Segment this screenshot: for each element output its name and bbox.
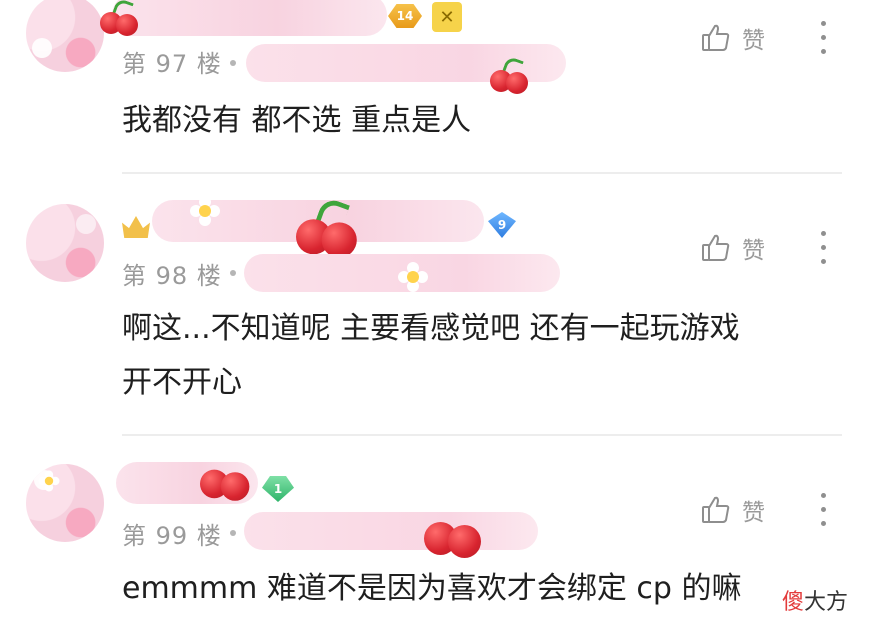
divider [122,172,842,174]
avatar[interactable] [26,0,104,72]
more-button[interactable] [814,18,834,58]
like-label: 赞 [742,238,765,264]
meta-blurred [244,512,538,550]
flower-decoration-icon [398,262,428,292]
more-button[interactable] [814,228,834,268]
separator-dot [230,60,236,66]
cherry-decoration-icon [200,454,252,501]
like-label: 赞 [742,28,765,54]
cherry-decoration-icon [100,0,140,36]
thumbs-up-icon [702,24,730,51]
comment-text: 我都没有 都不选 重点是人 [122,103,472,138]
separator-dot [230,270,236,276]
watermark: 傻大方 [777,582,852,618]
cherry-decoration-icon [424,504,484,558]
divider [122,434,842,436]
separator-dot [230,530,236,536]
like-button[interactable]: 赞 [700,18,780,58]
watermark-text: 大方 [803,590,848,615]
level-badge: 1 [262,476,294,502]
flower-decoration-icon [38,470,60,492]
username-blurred[interactable] [112,0,387,36]
comment-text: 啊这...不知道呢 主要看感觉吧 还有一起玩游戏 开不开心 [122,311,740,400]
floor-number: 第 97 楼 [122,50,222,78]
thumbs-up-icon [702,234,730,261]
level-badge: 9 [488,212,516,238]
comment-text: emmmm 难道不是因为喜欢才会绑定 cp 的嘛 [122,571,742,606]
cherry-decoration-icon [296,196,360,258]
like-button[interactable]: 赞 [700,228,780,268]
flower-decoration-icon [190,196,220,226]
crown-icon [122,216,150,238]
floor-number: 第 99 楼 [122,522,222,550]
watermark-accent-char: 傻 [781,590,804,615]
like-button[interactable]: 赞 [700,490,780,530]
level-badge: 14 [388,4,422,28]
more-button[interactable] [814,490,834,530]
fan-badge-icon: ✕ [432,2,462,32]
like-label: 赞 [742,500,765,526]
cherry-decoration-icon [490,55,530,94]
avatar[interactable] [26,204,104,282]
floor-number: 第 98 楼 [122,262,222,290]
more-vertical-icon [821,493,826,498]
more-vertical-icon [821,21,826,26]
more-vertical-icon [821,231,826,236]
thumbs-up-icon [702,496,730,523]
